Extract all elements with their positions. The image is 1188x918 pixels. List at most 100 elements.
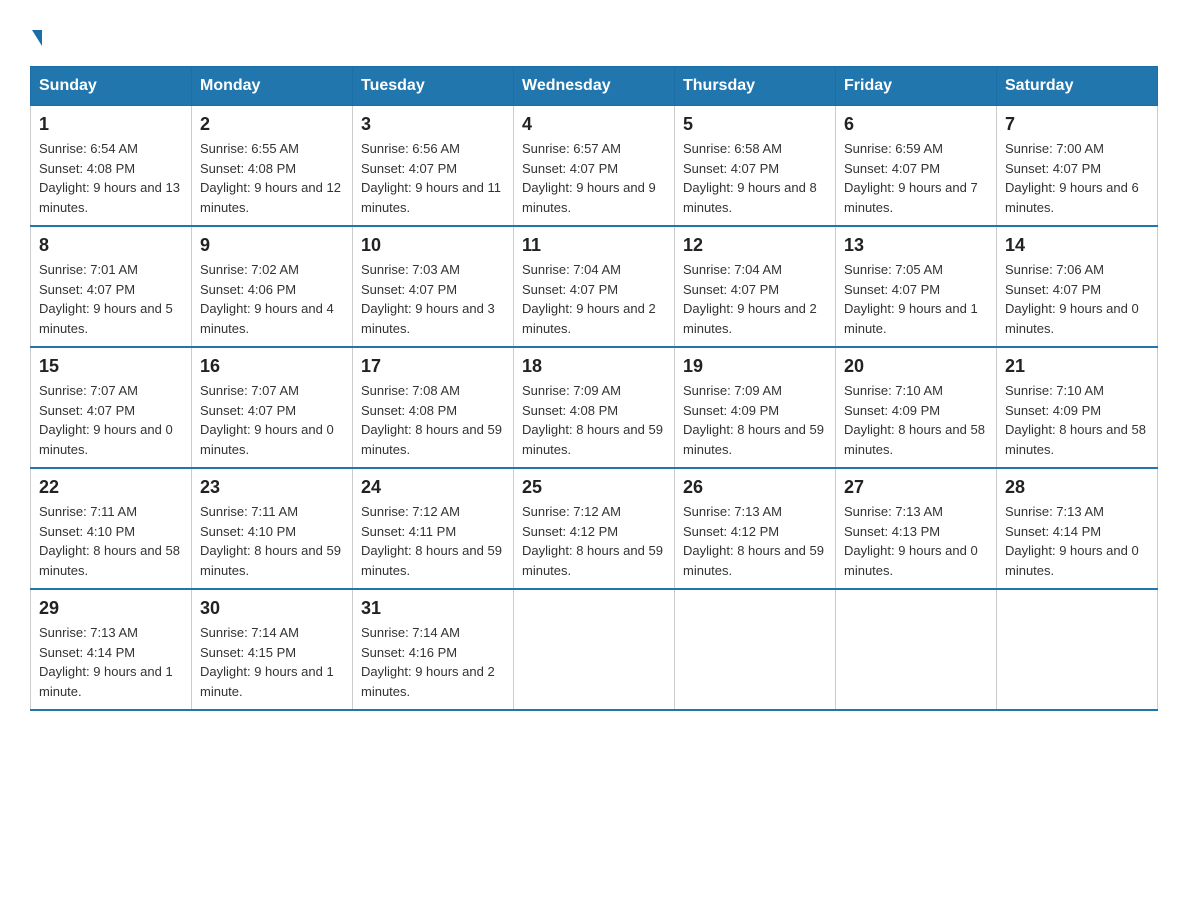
day-number: 2 <box>200 114 344 135</box>
calendar-cell: 18 Sunrise: 7:09 AMSunset: 4:08 PMDayligh… <box>514 347 675 468</box>
calendar-cell: 15 Sunrise: 7:07 AMSunset: 4:07 PMDayligh… <box>31 347 192 468</box>
calendar-cell: 14 Sunrise: 7:06 AMSunset: 4:07 PMDayligh… <box>997 226 1158 347</box>
day-number: 3 <box>361 114 505 135</box>
day-number: 5 <box>683 114 827 135</box>
day-number: 7 <box>1005 114 1149 135</box>
calendar-day-header: Monday <box>192 67 353 106</box>
day-number: 16 <box>200 356 344 377</box>
day-info: Sunrise: 6:58 AMSunset: 4:07 PMDaylight:… <box>683 139 827 217</box>
calendar-cell: 19 Sunrise: 7:09 AMSunset: 4:09 PMDayligh… <box>675 347 836 468</box>
calendar-cell: 2 Sunrise: 6:55 AMSunset: 4:08 PMDaylight… <box>192 106 353 227</box>
day-number: 19 <box>683 356 827 377</box>
calendar-cell: 1 Sunrise: 6:54 AMSunset: 4:08 PMDaylight… <box>31 106 192 227</box>
day-info: Sunrise: 7:05 AMSunset: 4:07 PMDaylight:… <box>844 260 988 338</box>
day-number: 14 <box>1005 235 1149 256</box>
calendar-cell: 21 Sunrise: 7:10 AMSunset: 4:09 PMDayligh… <box>997 347 1158 468</box>
day-number: 27 <box>844 477 988 498</box>
day-number: 20 <box>844 356 988 377</box>
day-number: 18 <box>522 356 666 377</box>
calendar-cell: 16 Sunrise: 7:07 AMSunset: 4:07 PMDayligh… <box>192 347 353 468</box>
day-number: 17 <box>361 356 505 377</box>
calendar-day-header: Sunday <box>31 67 192 106</box>
page-header <box>30 30 1158 46</box>
day-info: Sunrise: 7:07 AMSunset: 4:07 PMDaylight:… <box>200 381 344 459</box>
calendar-cell: 24 Sunrise: 7:12 AMSunset: 4:11 PMDayligh… <box>353 468 514 589</box>
calendar-cell: 30 Sunrise: 7:14 AMSunset: 4:15 PMDayligh… <box>192 589 353 710</box>
calendar-cell <box>514 589 675 710</box>
calendar-cell: 8Sunrise: 7:01 AMSunset: 4:07 PMDaylight… <box>31 226 192 347</box>
day-info: Sunrise: 7:09 AMSunset: 4:08 PMDaylight:… <box>522 381 666 459</box>
calendar-cell: 31 Sunrise: 7:14 AMSunset: 4:16 PMDayligh… <box>353 589 514 710</box>
calendar-header-row: SundayMondayTuesdayWednesdayThursdayFrid… <box>31 67 1158 106</box>
calendar-cell: 17Sunrise: 7:08 AMSunset: 4:08 PMDayligh… <box>353 347 514 468</box>
day-info: Sunrise: 7:13 AMSunset: 4:14 PMDaylight:… <box>1005 502 1149 580</box>
day-info: Sunrise: 7:06 AMSunset: 4:07 PMDaylight:… <box>1005 260 1149 338</box>
calendar-cell: 10 Sunrise: 7:03 AMSunset: 4:07 PMDayligh… <box>353 226 514 347</box>
calendar-day-header: Saturday <box>997 67 1158 106</box>
calendar-cell: 6Sunrise: 6:59 AMSunset: 4:07 PMDaylight… <box>836 106 997 227</box>
logo-triangle-icon <box>32 30 42 46</box>
calendar-cell: 20Sunrise: 7:10 AMSunset: 4:09 PMDayligh… <box>836 347 997 468</box>
day-number: 13 <box>844 235 988 256</box>
day-info: Sunrise: 7:14 AMSunset: 4:16 PMDaylight:… <box>361 623 505 701</box>
day-info: Sunrise: 7:14 AMSunset: 4:15 PMDaylight:… <box>200 623 344 701</box>
day-info: Sunrise: 6:59 AMSunset: 4:07 PMDaylight:… <box>844 139 988 217</box>
day-info: Sunrise: 7:11 AMSunset: 4:10 PMDaylight:… <box>39 502 183 580</box>
day-number: 9 <box>200 235 344 256</box>
day-info: Sunrise: 7:03 AMSunset: 4:07 PMDaylight:… <box>361 260 505 338</box>
calendar-cell: 22 Sunrise: 7:11 AMSunset: 4:10 PMDayligh… <box>31 468 192 589</box>
day-number: 10 <box>361 235 505 256</box>
calendar-week-row: 29 Sunrise: 7:13 AMSunset: 4:14 PMDayligh… <box>31 589 1158 710</box>
day-info: Sunrise: 7:12 AMSunset: 4:12 PMDaylight:… <box>522 502 666 580</box>
day-number: 21 <box>1005 356 1149 377</box>
day-info: Sunrise: 7:09 AMSunset: 4:09 PMDaylight:… <box>683 381 827 459</box>
calendar-day-header: Thursday <box>675 67 836 106</box>
day-number: 30 <box>200 598 344 619</box>
calendar-cell: 7 Sunrise: 7:00 AMSunset: 4:07 PMDaylight… <box>997 106 1158 227</box>
calendar-cell: 29 Sunrise: 7:13 AMSunset: 4:14 PMDayligh… <box>31 589 192 710</box>
day-number: 24 <box>361 477 505 498</box>
day-info: Sunrise: 7:07 AMSunset: 4:07 PMDaylight:… <box>39 381 183 459</box>
calendar-cell <box>997 589 1158 710</box>
day-info: Sunrise: 7:00 AMSunset: 4:07 PMDaylight:… <box>1005 139 1149 217</box>
day-number: 28 <box>1005 477 1149 498</box>
day-info: Sunrise: 6:55 AMSunset: 4:08 PMDaylight:… <box>200 139 344 217</box>
day-info: Sunrise: 7:13 AMSunset: 4:13 PMDaylight:… <box>844 502 988 580</box>
day-number: 29 <box>39 598 183 619</box>
calendar-cell: 27 Sunrise: 7:13 AMSunset: 4:13 PMDayligh… <box>836 468 997 589</box>
day-info: Sunrise: 7:13 AMSunset: 4:14 PMDaylight:… <box>39 623 183 701</box>
day-info: Sunrise: 7:04 AMSunset: 4:07 PMDaylight:… <box>683 260 827 338</box>
calendar-week-row: 22 Sunrise: 7:11 AMSunset: 4:10 PMDayligh… <box>31 468 1158 589</box>
calendar-cell: 4 Sunrise: 6:57 AMSunset: 4:07 PMDaylight… <box>514 106 675 227</box>
day-number: 12 <box>683 235 827 256</box>
day-number: 4 <box>522 114 666 135</box>
day-info: Sunrise: 7:04 AMSunset: 4:07 PMDaylight:… <box>522 260 666 338</box>
day-number: 25 <box>522 477 666 498</box>
calendar-cell: 9 Sunrise: 7:02 AMSunset: 4:06 PMDaylight… <box>192 226 353 347</box>
calendar-day-header: Tuesday <box>353 67 514 106</box>
day-info: Sunrise: 7:02 AMSunset: 4:06 PMDaylight:… <box>200 260 344 338</box>
calendar-day-header: Wednesday <box>514 67 675 106</box>
calendar-cell: 25 Sunrise: 7:12 AMSunset: 4:12 PMDayligh… <box>514 468 675 589</box>
day-info: Sunrise: 7:12 AMSunset: 4:11 PMDaylight:… <box>361 502 505 580</box>
day-number: 15 <box>39 356 183 377</box>
day-info: Sunrise: 7:10 AMSunset: 4:09 PMDaylight:… <box>1005 381 1149 459</box>
calendar-table: SundayMondayTuesdayWednesdayThursdayFrid… <box>30 66 1158 711</box>
day-number: 23 <box>200 477 344 498</box>
logo <box>30 30 42 46</box>
day-info: Sunrise: 6:56 AMSunset: 4:07 PMDaylight:… <box>361 139 505 217</box>
calendar-week-row: 15 Sunrise: 7:07 AMSunset: 4:07 PMDayligh… <box>31 347 1158 468</box>
day-number: 26 <box>683 477 827 498</box>
calendar-week-row: 8Sunrise: 7:01 AMSunset: 4:07 PMDaylight… <box>31 226 1158 347</box>
calendar-week-row: 1 Sunrise: 6:54 AMSunset: 4:08 PMDaylight… <box>31 106 1158 227</box>
calendar-cell <box>675 589 836 710</box>
day-info: Sunrise: 6:57 AMSunset: 4:07 PMDaylight:… <box>522 139 666 217</box>
day-number: 31 <box>361 598 505 619</box>
day-number: 22 <box>39 477 183 498</box>
calendar-day-header: Friday <box>836 67 997 106</box>
calendar-cell: 26Sunrise: 7:13 AMSunset: 4:12 PMDayligh… <box>675 468 836 589</box>
calendar-cell: 12 Sunrise: 7:04 AMSunset: 4:07 PMDayligh… <box>675 226 836 347</box>
calendar-cell: 3 Sunrise: 6:56 AMSunset: 4:07 PMDaylight… <box>353 106 514 227</box>
day-info: Sunrise: 6:54 AMSunset: 4:08 PMDaylight:… <box>39 139 183 217</box>
day-number: 1 <box>39 114 183 135</box>
